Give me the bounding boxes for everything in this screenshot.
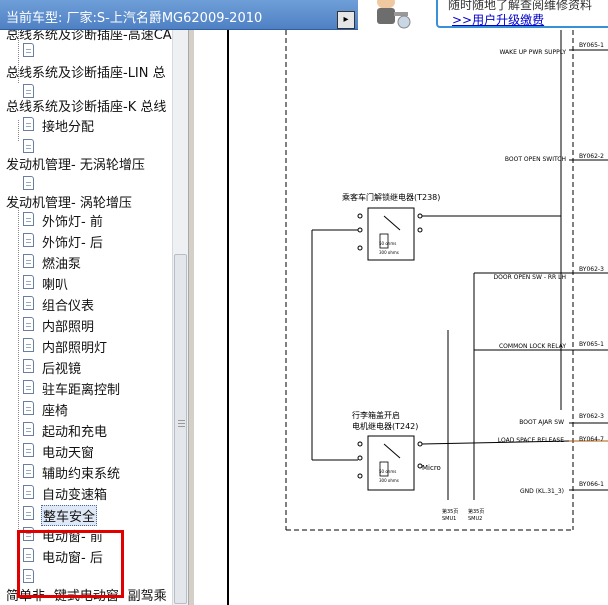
document-icon [23, 254, 34, 268]
relay-t238-symbol: 50 ohms 300 ohms [357, 207, 423, 261]
vehicle-title: 当前车型: 厂家:S-上汽名爵MG62009-2010 [6, 11, 263, 26]
relay-t242-label-1: 行李箱盖开启 [352, 410, 400, 420]
document-icon [23, 43, 34, 57]
signal-label: BOOT AJAR SW [519, 419, 564, 426]
pin-label: BY066-1 [579, 481, 604, 488]
pin-label: BY065-1 [579, 42, 604, 49]
tree-leaf-label: 喇叭 [42, 278, 69, 293]
category-tree: 总线系统及诊断插座-高速CA 总线系统及诊断插座-LIN 总 总线系统及诊断插座… [0, 30, 172, 605]
micro-label: Micro [422, 464, 441, 472]
document-icon [23, 212, 34, 226]
tree-node-label: 总线系统及诊断插座-LIN 总 [6, 66, 166, 81]
tree-node-label: 总线系统及诊断插座-高速CA [6, 30, 172, 43]
pin-label: BY064-7 [579, 436, 604, 443]
pin-label: BY062-3 [579, 266, 604, 273]
document-icon [23, 139, 34, 153]
svg-text:300 ohms: 300 ohms [379, 250, 399, 255]
tree-leaf-label: 外饰灯- 后 [42, 236, 103, 251]
ref-smu1: SMU1 [442, 516, 456, 522]
tree-leaf-label: 外饰灯- 前 [42, 215, 103, 230]
relay-t242-label-2: 电机继电器(T242) [352, 421, 418, 431]
pin-label: BY062-2 [579, 153, 604, 160]
ref-smu2: SMU2 [468, 516, 482, 522]
upgrade-banner: 随时随地了解查阅维修资料 >>用户升级缴费 [358, 0, 608, 30]
scrollbar-thumb[interactable] [174, 254, 187, 604]
signal-label: COMMON LOCK RELAY [499, 343, 566, 350]
signal-label: BOOT OPEN SWITCH [505, 156, 566, 163]
tree-leaf-label: 起动和充电 [42, 425, 108, 440]
upgrade-payment-link[interactable]: >>用户升级缴费 [452, 11, 544, 28]
document-icon [23, 275, 34, 289]
document-icon [23, 443, 34, 457]
highlight-box [17, 530, 124, 598]
tree-node-label: 发动机管理- 涡轮增压 [6, 196, 132, 211]
document-icon [23, 506, 34, 520]
svg-text:300 ohms: 300 ohms [379, 478, 399, 483]
document-icon [23, 338, 34, 352]
document-icon [23, 401, 34, 415]
tree-leaf-label: 接地分配 [42, 120, 95, 135]
document-icon [23, 464, 34, 478]
tree-leaf-label: 组合仪表 [42, 299, 95, 314]
document-icon [23, 485, 34, 499]
relay-t242-symbol: 50 ohms 300 ohms [357, 435, 423, 491]
tree-leaf-label: 燃油泵 [42, 257, 82, 272]
document-icon [23, 176, 34, 190]
pin-label: BY062-3 [579, 413, 604, 420]
tree-leaf-label: 电动天窗 [42, 446, 95, 461]
wiring-diagram: WAKE UP PWR SUPPLY BY065-1 BOOT OPEN SWI… [194, 30, 608, 605]
document-icon [23, 233, 34, 247]
tree-node-label: 总线系统及诊断插座-K 总线 [6, 100, 167, 115]
svg-text:50 ohms: 50 ohms [379, 241, 396, 246]
svg-text:50 ohms: 50 ohms [379, 469, 396, 474]
document-icon [23, 296, 34, 310]
tree-scrollbar[interactable] [172, 30, 188, 605]
tree-leaf-label: 驻车距离控制 [42, 383, 121, 398]
document-icon [23, 380, 34, 394]
tree-leaf-label: 整车安全 [41, 505, 98, 526]
tree-leaf-label: 座椅 [42, 404, 69, 419]
tree-leaf-label: 内部照明灯 [42, 341, 108, 356]
tree-leaf-label: 辅助约束系统 [42, 467, 121, 482]
signal-label: GND (KL.31_3) [520, 488, 564, 495]
signal-label: LOAD SPACE RELEASE [498, 437, 564, 444]
ref-page-smu2: 第35页 [468, 508, 484, 515]
document-icon [23, 422, 34, 436]
signal-label: WAKE UP PWR SUPPLY [499, 49, 566, 56]
tree-node-label: 发动机管理- 无涡轮增压 [6, 158, 145, 173]
document-icon [23, 117, 34, 131]
pin-label: BY065-1 [579, 341, 604, 348]
relay-t238-label: 乘客车门解锁继电器(T238) [342, 192, 440, 202]
document-icon [23, 359, 34, 373]
vehicle-title-bar: 当前车型: 厂家:S-上汽名爵MG62009-2010 ▸ [0, 0, 358, 30]
tree-leaf-label: 后视镜 [42, 362, 82, 377]
upgrade-message-box: 随时随地了解查阅维修资料 >>用户升级缴费 [436, 0, 608, 28]
vehicle-dropdown-button[interactable]: ▸ [337, 11, 355, 29]
ref-page-smu1: 第35页 [442, 508, 458, 515]
tree-leaf-label: 内部照明 [42, 320, 95, 335]
signal-label: DOOR OPEN SW - RR LH [494, 274, 567, 281]
document-icon [23, 317, 34, 331]
tree-leaf-label: 自动变速箱 [42, 488, 108, 503]
worker-mascot-icon [377, 0, 411, 29]
